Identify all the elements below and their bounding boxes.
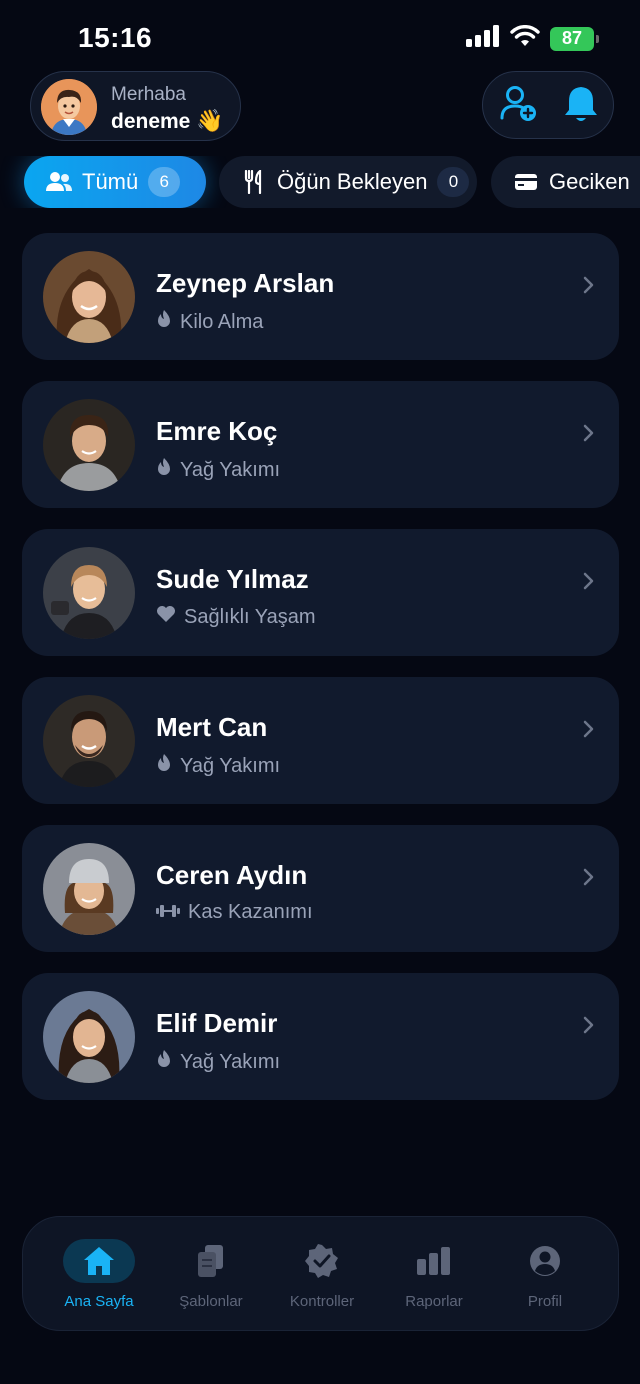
- add-client-button[interactable]: [497, 84, 541, 128]
- client-goal: Yağ Yakımı: [156, 457, 280, 483]
- user-avatar: [41, 79, 97, 135]
- filter-chip-label: Öğün Bekleyen: [277, 169, 428, 194]
- client-name: Sude Yılmaz: [156, 564, 309, 594]
- header-actions: [482, 71, 614, 139]
- status-icons: 87: [466, 25, 599, 52]
- client-name: Emre Koç: [156, 416, 278, 446]
- client-avatar: [43, 991, 135, 1083]
- username: deneme 👋: [111, 108, 224, 134]
- users-icon: [46, 169, 72, 195]
- nav-label: Ana Sayfa: [64, 1293, 134, 1310]
- profile-icon: [509, 1239, 581, 1283]
- fork-knife-icon: [241, 169, 267, 195]
- filter-chip-count: 6: [148, 167, 181, 197]
- filter-chip-label: Tümü: [82, 169, 139, 194]
- greeting-label: Merhaba: [111, 84, 186, 105]
- client-goal: Yağ Yakımı: [156, 1049, 280, 1075]
- chevron-right-icon: [581, 571, 597, 591]
- heart-icon: [156, 605, 176, 629]
- client-goal-label: Yağ Yakımı: [180, 1050, 281, 1073]
- chevron-right-icon: [581, 1015, 597, 1035]
- client-goal: Kas Kazanımı: [156, 901, 313, 924]
- flame-icon: [156, 309, 172, 335]
- nav-profile[interactable]: Profil: [489, 1239, 601, 1319]
- wave-emoji: 👋: [196, 108, 224, 133]
- client-avatar: [43, 843, 135, 935]
- flame-icon: [156, 1049, 172, 1075]
- nav-label: Raporlar: [405, 1293, 463, 1310]
- client-avatar: [43, 399, 135, 491]
- nav-checks[interactable]: Kontroller: [266, 1239, 378, 1319]
- bottom-navigation: Ana Sayfa Şablonlar Kontroller Raporlar …: [22, 1216, 619, 1331]
- card-icon: [513, 169, 539, 195]
- bar-chart-icon: [398, 1239, 470, 1283]
- filter-chip-label: Geciken: [549, 169, 630, 194]
- nav-label: Şablonlar: [179, 1293, 243, 1310]
- filter-chip-overdue[interactable]: Geciken 0: [491, 156, 640, 208]
- client-name: Mert Can: [156, 712, 268, 742]
- client-name: Ceren Aydın: [156, 860, 308, 890]
- chevron-right-icon: [581, 275, 597, 295]
- filter-chip-count: 0: [437, 167, 470, 197]
- client-avatar: [43, 695, 135, 787]
- bell-icon: [563, 84, 599, 129]
- client-goal-label: Yağ Yakımı: [180, 458, 281, 481]
- chevron-right-icon: [581, 423, 597, 443]
- flame-icon: [156, 753, 172, 779]
- flame-icon: [156, 457, 172, 483]
- status-time: 15:16: [78, 22, 153, 53]
- client-card-mert-can[interactable]: Mert Can Yağ Yakımı: [22, 677, 619, 804]
- nav-reports[interactable]: Raporlar: [378, 1239, 490, 1319]
- client-name: Elif Demir: [156, 1008, 278, 1038]
- client-goal-label: Kilo Alma: [180, 310, 264, 333]
- dumbbell-icon: [156, 901, 180, 924]
- greeting-card[interactable]: Merhaba deneme 👋: [30, 71, 241, 141]
- client-avatar: [43, 251, 135, 343]
- client-goal: Sağlıklı Yaşam: [156, 605, 316, 629]
- client-goal-label: Kas Kazanımı: [188, 901, 313, 923]
- nav-label: Kontroller: [289, 1293, 355, 1310]
- client-card-zeynep-arslan[interactable]: Zeynep Arslan Kilo Alma: [22, 233, 619, 360]
- verified-badge-icon: [286, 1239, 358, 1283]
- filter-chip-all[interactable]: Tümü 6: [24, 156, 206, 208]
- home-icon: [63, 1239, 135, 1283]
- client-goal: Kilo Alma: [156, 309, 263, 335]
- documents-icon: [175, 1239, 247, 1283]
- person-add-icon: [499, 84, 539, 129]
- status-bar: 15:16 87: [0, 0, 640, 70]
- nav-home[interactable]: Ana Sayfa: [43, 1239, 155, 1319]
- client-name: Zeynep Arslan: [156, 268, 335, 298]
- client-card-ceren-aydin[interactable]: Ceren Aydın Kas Kazanımı: [22, 825, 619, 952]
- nav-label: Profil: [527, 1293, 563, 1310]
- client-goal-label: Sağlıklı Yaşam: [184, 605, 316, 628]
- nav-templates[interactable]: Şablonlar: [155, 1239, 267, 1319]
- client-goal-label: Yağ Yakımı: [180, 754, 281, 777]
- client-card-sude-yilmaz[interactable]: Sude Yılmaz Sağlıklı Yaşam: [22, 529, 619, 656]
- battery-indicator: 87: [550, 26, 599, 51]
- client-avatar: [43, 547, 135, 639]
- wifi-icon: [510, 25, 540, 52]
- username-text: deneme: [111, 110, 191, 133]
- chevron-right-icon: [581, 719, 597, 739]
- client-card-emre-koc[interactable]: Emre Koç Yağ Yakımı: [22, 381, 619, 508]
- chevron-right-icon: [581, 867, 597, 887]
- filter-chip-awaiting-meal[interactable]: Öğün Bekleyen 0: [219, 156, 477, 208]
- client-card-elif-demir[interactable]: Elif Demir Yağ Yakımı: [22, 973, 619, 1100]
- filter-tabs: Tümü 6 Öğün Bekleyen 0 Geciken 0: [0, 156, 640, 208]
- notifications-button[interactable]: [559, 84, 603, 128]
- client-goal: Yağ Yakımı: [156, 753, 280, 779]
- signal-icon: [466, 25, 500, 52]
